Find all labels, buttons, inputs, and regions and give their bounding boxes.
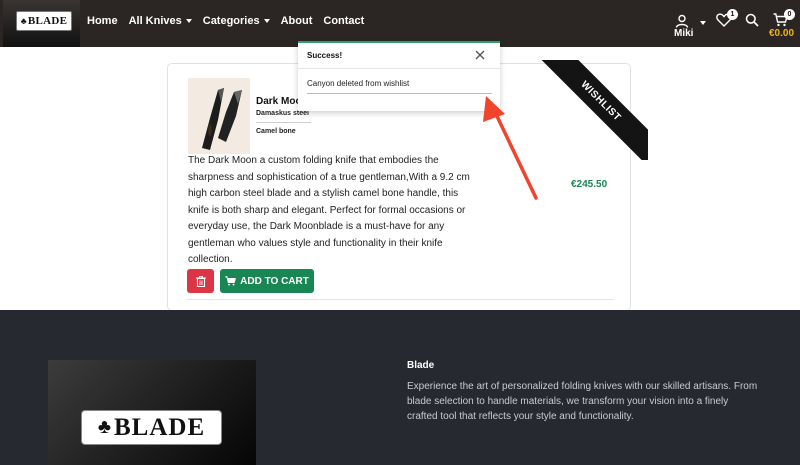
brand-container[interactable]: ♣ BLADE — [3, 0, 80, 47]
nav-about-label: About — [280, 15, 313, 27]
knife-image — [188, 78, 250, 154]
nav-categories-label: Categories — [202, 15, 260, 27]
toast-divider — [307, 93, 492, 94]
footer-logo-text: BLADE — [113, 413, 206, 441]
toast-message: Canyon deleted from wishlist — [307, 79, 410, 88]
user-menu[interactable]: Miki — [669, 12, 706, 42]
chevron-down-icon — [700, 21, 706, 25]
cart-count-badge: 0 — [784, 9, 795, 20]
product-description: The Dark Moon a custom folding knife tha… — [188, 155, 470, 265]
user-icon — [675, 14, 689, 28]
nav-home-label: Home — [87, 15, 118, 27]
footer-description: Experience the art of personalized foldi… — [407, 381, 758, 422]
cart-small-icon — [225, 276, 237, 286]
trash-icon — [195, 275, 206, 287]
toast-header: Success! — [298, 43, 500, 69]
close-icon[interactable] — [474, 49, 486, 61]
nav-categories[interactable]: Categories — [203, 15, 270, 27]
nav-all-knives-label: All Knives — [128, 15, 182, 27]
chevron-down-icon — [263, 19, 270, 23]
clover-icon: ♣ — [20, 16, 27, 26]
product-thumbnail[interactable] — [188, 78, 250, 154]
toast-title: Success! — [307, 51, 343, 60]
nav-about[interactable]: About — [281, 15, 313, 27]
product-price: €245.50 — [571, 179, 608, 190]
add-to-cart-label: ADD TO CART — [240, 275, 309, 287]
wishlist-count-badge: 1 — [727, 9, 738, 20]
product-spec-blade: Damaskus steel — [256, 110, 309, 117]
nav-links: Home All Knives Categories About Contact — [87, 15, 375, 27]
user-name: Miki — [674, 28, 694, 39]
chevron-down-icon — [185, 19, 192, 23]
wishlist-button[interactable]: 1 — [716, 9, 738, 32]
nav-home[interactable]: Home — [87, 15, 118, 27]
search-button[interactable] — [745, 13, 759, 32]
clover-icon: ♣ — [97, 416, 112, 438]
search-icon — [745, 13, 759, 27]
spec-divider — [256, 122, 311, 123]
nav-all-knives[interactable]: All Knives — [129, 15, 192, 27]
nav-contact[interactable]: Contact — [323, 15, 364, 27]
card-divider — [187, 299, 614, 300]
brand-logo[interactable]: ♣ BLADE — [16, 11, 72, 31]
product-spec-handle: Camel bone — [256, 128, 296, 135]
remove-from-wishlist-button[interactable] — [187, 269, 214, 293]
add-to-cart-button[interactable]: ADD TO CART — [220, 269, 314, 293]
cart-total: €0.00 — [769, 28, 795, 39]
nav-contact-label: Contact — [323, 15, 365, 27]
brand-logo-text: BLADE — [27, 15, 68, 27]
footer-title: Blade — [407, 360, 435, 371]
footer-logo[interactable]: ♣ BLADE — [81, 410, 222, 445]
wishlist-ribbon: WISHLIST — [508, 60, 648, 160]
wishlist-ribbon-label: WISHLIST — [538, 60, 648, 160]
success-toast: Success! Canyon deleted from wishlist — [298, 41, 500, 111]
